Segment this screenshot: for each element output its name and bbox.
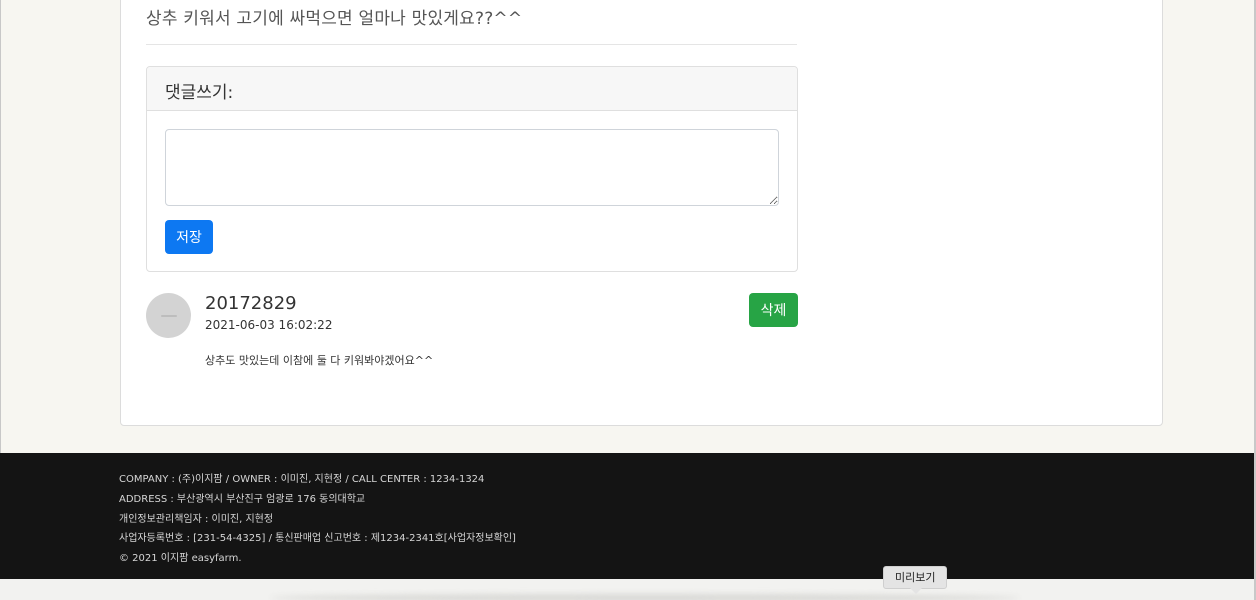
post-body-text: 상추 키워서 고기에 싸먹으면 얼마나 맛있게요??^^ <box>146 9 523 29</box>
comment-text: 상추도 맛있는데 이참에 둘 다 키워봐야겠어요^^ <box>205 354 434 367</box>
footer-business-line: 사업자등록번호 : [231-54-4325] / 통신판매업 신고번호 : 제… <box>119 533 516 544</box>
post-divider <box>146 44 797 45</box>
tooltip-arrow-icon <box>910 588 922 594</box>
comment-form-header: 댓글쓰기: <box>147 67 797 111</box>
footer-company-line: COMPANY : (주)이지팜 / OWNER : 이미진, 지현정 / CA… <box>119 474 485 485</box>
comment-textarea[interactable] <box>165 129 779 206</box>
comment-form-card: 댓글쓰기: 저장 <box>146 66 798 272</box>
comment-author: 20172829 <box>205 293 297 314</box>
avatar-placeholder-icon <box>160 314 177 317</box>
preview-tooltip: 미리보기 <box>883 566 948 589</box>
footer-privacy-line: 개인정보관리책임자 : 이미진, 지현정 <box>119 514 274 525</box>
site-footer: COMPANY : (주)이지팜 / OWNER : 이미진, 지현정 / CA… <box>0 453 1256 579</box>
preview-shadow <box>270 594 1020 600</box>
footer-address-line: ADDRESS : 부산광역시 부산진구 엄광로 176 동의대학교 <box>119 494 366 505</box>
page: 상추 키워서 고기에 싸먹으면 얼마나 맛있게요??^^ 댓글쓰기: 저장 20… <box>0 0 1256 600</box>
comment-date: 2021-06-03 16:02:22 <box>205 318 333 332</box>
save-button[interactable]: 저장 <box>165 220 213 254</box>
delete-comment-button[interactable]: 삭제 <box>749 293 798 327</box>
footer-copyright: © 2021 이지팜 easyfarm. <box>119 553 242 564</box>
avatar <box>146 293 191 338</box>
